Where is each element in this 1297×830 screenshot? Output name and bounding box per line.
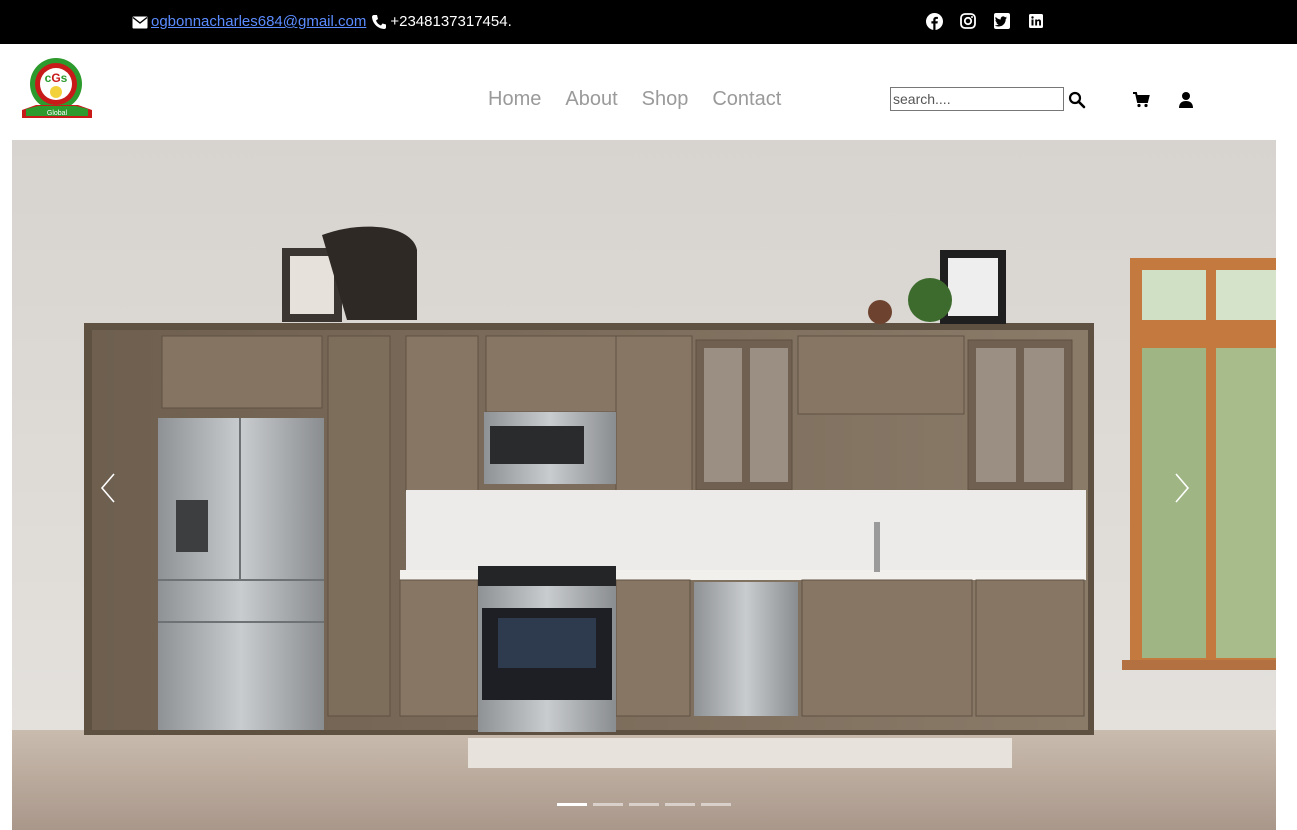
phone-info: +2348137317454. (370, 13, 512, 31)
nav-about[interactable]: About (565, 88, 617, 111)
carousel-indicator-3[interactable] (629, 803, 659, 806)
logo-banner-text: Global (47, 110, 68, 117)
nav-home[interactable]: Home (488, 88, 541, 111)
envelope-icon (131, 13, 149, 31)
carousel-indicators (557, 803, 731, 806)
twitter-icon[interactable] (993, 12, 1011, 30)
phone-icon (370, 13, 388, 31)
linkedin-icon[interactable] (1027, 12, 1045, 30)
main-nav: Home About Shop Contact (488, 88, 781, 111)
top-bar: ogbonnacharles684@gmail.com +23481373174… (0, 0, 1297, 44)
nav-contact[interactable]: Contact (712, 88, 781, 111)
svg-text:cGs: cGs (45, 71, 68, 85)
kitchen-slide-image (12, 140, 1276, 830)
facebook-icon[interactable] (925, 12, 943, 30)
carousel-indicator-1[interactable] (557, 803, 587, 806)
carousel-indicator-5[interactable] (701, 803, 731, 806)
brand-logo[interactable]: cGs Global (20, 52, 94, 124)
phone-number: +2348137317454. (390, 13, 512, 30)
social-links (925, 12, 1045, 30)
hero-carousel (12, 140, 1276, 830)
carousel-indicator-4[interactable] (665, 803, 695, 806)
email-link[interactable]: ogbonnacharles684@gmail.com (151, 13, 366, 31)
instagram-icon[interactable] (959, 12, 977, 30)
cart-icon[interactable] (1132, 91, 1150, 109)
chevron-left-icon[interactable] (94, 470, 124, 506)
contact-info: ogbonnacharles684@gmail.com +23481373174… (131, 13, 512, 31)
chevron-right-icon[interactable] (1166, 470, 1196, 506)
search-input[interactable] (890, 87, 1064, 111)
site-header: cGs Global Home About Shop Contact (0, 44, 1297, 140)
nav-shop[interactable]: Shop (642, 88, 689, 111)
search-icon[interactable] (1068, 91, 1086, 109)
user-icon[interactable] (1177, 91, 1195, 109)
carousel-indicator-2[interactable] (593, 803, 623, 806)
